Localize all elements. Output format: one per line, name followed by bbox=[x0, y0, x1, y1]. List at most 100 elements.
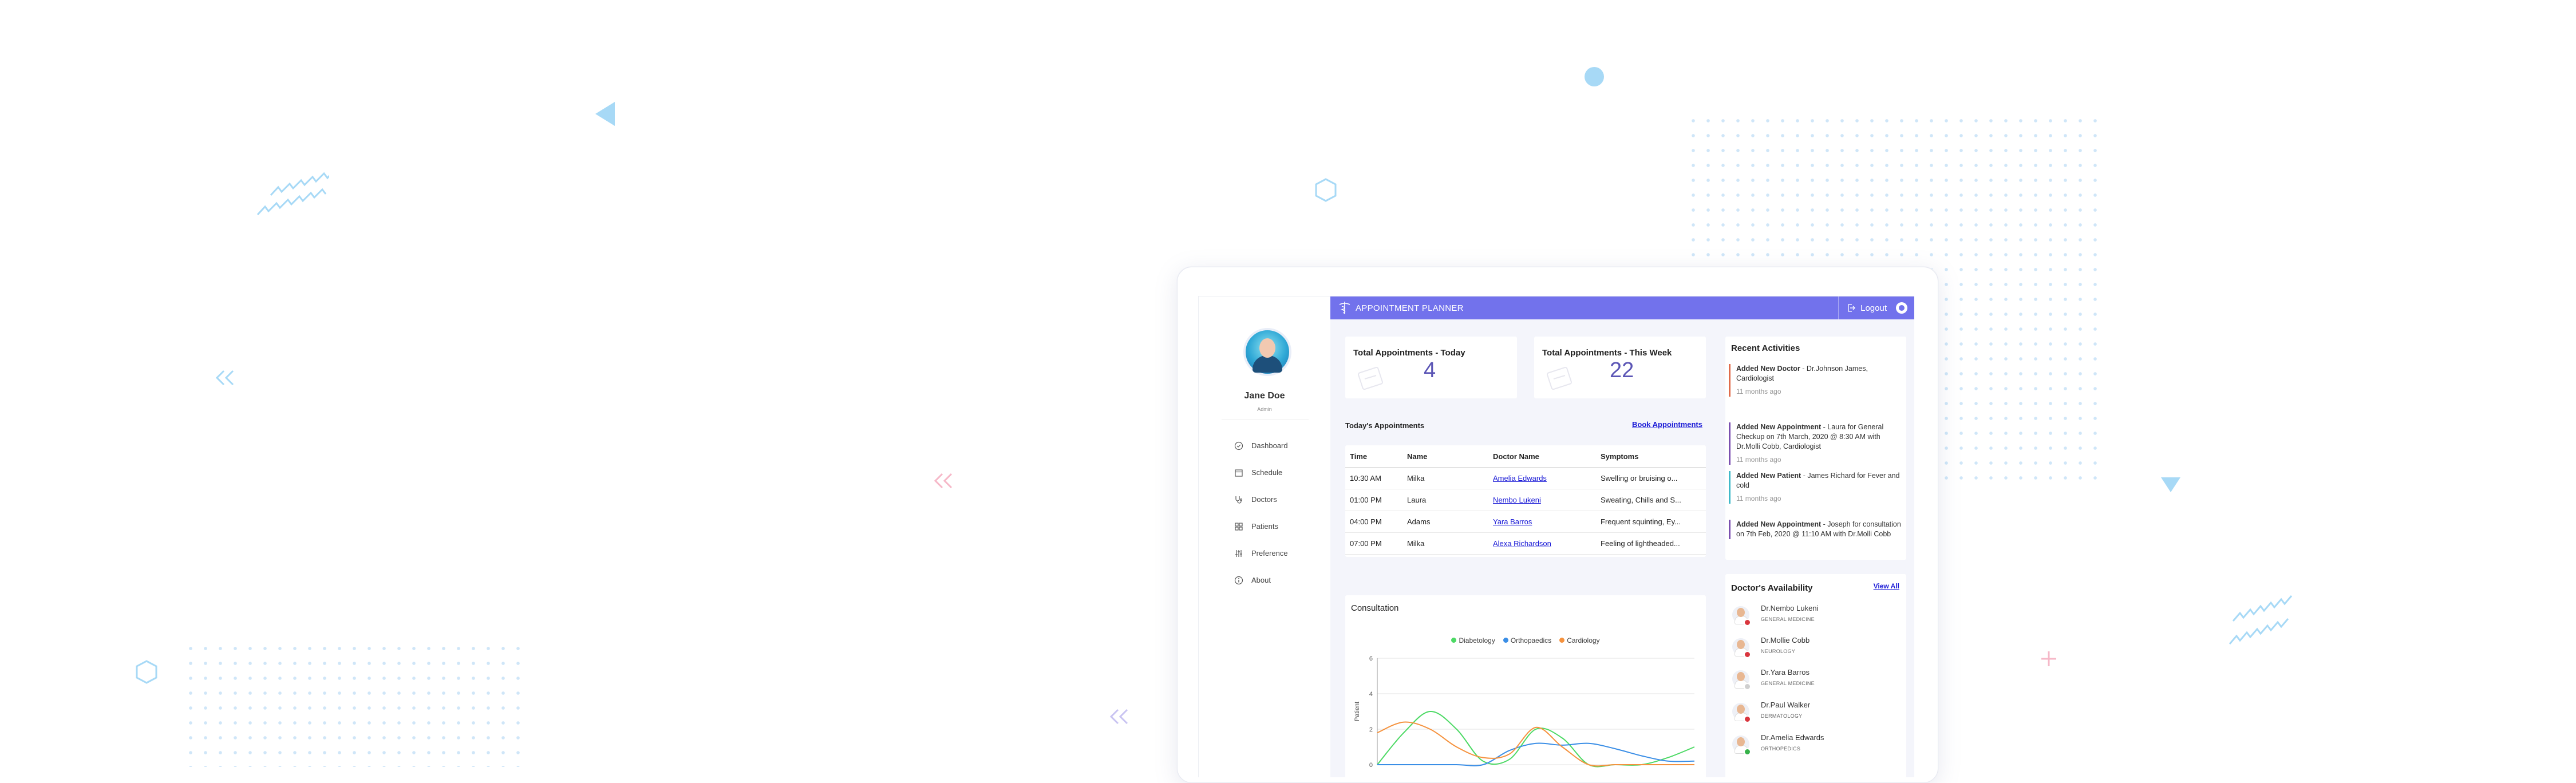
stat-card-today: Total Appointments - Today 4 bbox=[1345, 337, 1517, 398]
doctor-link[interactable]: Yara Barros bbox=[1493, 517, 1532, 526]
logout-label: Logout bbox=[1860, 303, 1887, 313]
doctor-link[interactable]: Nembo Lukeni bbox=[1493, 496, 1541, 504]
github-icon[interactable] bbox=[1896, 302, 1907, 314]
activity-heading: Added New Doctor bbox=[1736, 365, 1800, 373]
appointments-table-card: Time Name Doctor Name Symptoms 10:30 AM M… bbox=[1345, 445, 1706, 557]
info-icon bbox=[1234, 576, 1243, 584]
book-appointments-link[interactable]: Book Appointments bbox=[1632, 420, 1702, 429]
doctor-specialty: GENERAL MEDICINE bbox=[1761, 681, 1815, 686]
sidebar-nav: Dashboard Schedule Doctors Patients Pref… bbox=[1234, 432, 1288, 594]
y-tick-label: 0 bbox=[1369, 762, 1373, 769]
doctor-specialty: DERMATOLOGY bbox=[1761, 713, 1803, 719]
activity-heading: Added New Patient bbox=[1736, 472, 1801, 480]
sidebar-item-patients[interactable]: Patients bbox=[1234, 513, 1288, 540]
column-header: Doctor Name bbox=[1488, 445, 1596, 468]
appointments-section: Today's Appointments Book Appointments T… bbox=[1345, 417, 1706, 588]
consultation-chart-card: Consultation Diabetology Orthopaedics Ca… bbox=[1345, 595, 1706, 777]
name-cell: Laura bbox=[1402, 489, 1488, 511]
name-cell: Milka bbox=[1402, 467, 1488, 489]
sidebar-item-label: Schedule bbox=[1251, 468, 1283, 477]
symptoms-cell: Swelling or bruising o... bbox=[1596, 467, 1706, 489]
status-dot bbox=[1744, 619, 1751, 626]
main-content: APPOINTMENT PLANNER Logout Total Appoint… bbox=[1330, 296, 1914, 777]
logout-button[interactable]: Logout bbox=[1838, 296, 1887, 319]
view-all-link[interactable]: View All bbox=[1874, 582, 1899, 590]
doctor-specialty: ORTHOPEDICS bbox=[1761, 746, 1801, 752]
zigzag-decoration bbox=[256, 172, 329, 216]
dashboard-icon bbox=[1234, 441, 1243, 450]
doctor-specialty: GENERAL MEDICINE bbox=[1761, 616, 1815, 622]
symptoms-cell: Sweating, Chills and S... bbox=[1596, 489, 1706, 511]
sidebar: Jane Doe Admin Dashboard Schedule Doctor… bbox=[1199, 296, 1331, 777]
activity-item: Added New Patient - James Richard for Fe… bbox=[1729, 471, 1906, 504]
table-row: 01:00 PM Laura Nembo Lukeni Sweating, Chill… bbox=[1345, 489, 1706, 511]
app-title: APPOINTMENT PLANNER bbox=[1356, 303, 1464, 313]
appointments-title: Today's Appointments bbox=[1345, 421, 1425, 430]
dot-grid-decoration bbox=[183, 641, 521, 767]
name-cell: Adams bbox=[1402, 511, 1488, 533]
activity-time: 11 months ago bbox=[1736, 387, 1781, 396]
symptoms-cell: Feeling of lightheaded... bbox=[1596, 532, 1706, 555]
column-header: Time bbox=[1345, 445, 1402, 468]
sidebar-item-dashboard[interactable]: Dashboard bbox=[1234, 432, 1288, 459]
patients-icon bbox=[1235, 522, 1243, 531]
recent-activities-title: Recent Activities bbox=[1731, 343, 1800, 353]
table-row: 07:00 PM Milka Alexa Richardson Feeling of … bbox=[1345, 532, 1706, 555]
triangle-decoration bbox=[595, 102, 615, 126]
y-tick-label: 2 bbox=[1369, 726, 1373, 733]
y-axis-label: Patient bbox=[1354, 702, 1361, 721]
y-tick-label: 4 bbox=[1369, 691, 1373, 698]
time-cell: 10:30 AM bbox=[1345, 467, 1402, 489]
app-window: Jane Doe Admin Dashboard Schedule Doctor… bbox=[1198, 296, 1914, 777]
series-line-orthopaedics bbox=[1377, 742, 1695, 766]
zigzag-decoration bbox=[2229, 595, 2293, 644]
activity-item: Added New Appointment - Joseph for consu… bbox=[1729, 520, 1906, 539]
sidebar-item-preference[interactable]: Preference bbox=[1234, 540, 1288, 567]
doctor-name: Dr.Yara Barros bbox=[1761, 668, 1810, 677]
hexagon-decoration bbox=[1315, 178, 1337, 202]
sidebar-item-label: Preference bbox=[1251, 549, 1288, 557]
calendar-watermark-icon bbox=[1358, 366, 1383, 390]
activity-time: 11 months ago bbox=[1736, 495, 1781, 503]
calendar-watermark-icon bbox=[1547, 366, 1572, 390]
hexagon-decoration bbox=[136, 660, 157, 684]
stat-value: 22 bbox=[1610, 358, 1634, 382]
user-name: Jane Doe bbox=[1244, 391, 1285, 401]
app-brand[interactable]: APPOINTMENT PLANNER bbox=[1338, 296, 1464, 319]
stethoscope-icon bbox=[1235, 496, 1243, 504]
y-tick-label: 6 bbox=[1369, 655, 1373, 662]
availability-title: Doctor's Availability bbox=[1731, 583, 1813, 593]
doctor-name: Dr.Amelia Edwards bbox=[1761, 733, 1824, 742]
series-line-diabetology bbox=[1377, 710, 1695, 768]
sidebar-item-about[interactable]: About bbox=[1234, 567, 1288, 594]
circle-decoration bbox=[1585, 67, 1604, 86]
status-dot bbox=[1744, 651, 1751, 658]
appointments-table: Time Name Doctor Name Symptoms 10:30 AM M… bbox=[1345, 445, 1706, 555]
status-dot bbox=[1744, 683, 1751, 690]
time-cell: 01:00 PM bbox=[1345, 489, 1402, 511]
activity-heading: Added New Appointment bbox=[1736, 520, 1822, 528]
doctor-name: Dr.Paul Walker bbox=[1761, 701, 1811, 709]
chevrons-decoration bbox=[934, 473, 953, 489]
stat-value: 4 bbox=[1424, 358, 1436, 382]
activity-item: Added New Doctor - Dr.Johnson James, Car… bbox=[1729, 364, 1906, 397]
doctor-name: Dr.Nembo Lukeni bbox=[1761, 604, 1819, 612]
stat-title: Total Appointments - Today bbox=[1353, 348, 1465, 358]
status-dot bbox=[1744, 748, 1751, 756]
stat-title: Total Appointments - This Week bbox=[1542, 348, 1672, 358]
sidebar-item-label: Dashboard bbox=[1251, 441, 1288, 450]
column-header: Symptoms bbox=[1596, 445, 1706, 468]
activity-item: Added New Appointment - Laura for Genera… bbox=[1729, 422, 1906, 465]
time-cell: 07:00 PM bbox=[1345, 532, 1402, 555]
doctor-specialty: NEUROLOGY bbox=[1761, 648, 1796, 654]
symptoms-cell: Frequent squinting, Ey... bbox=[1596, 511, 1706, 533]
doctor-link[interactable]: Amelia Edwards bbox=[1493, 474, 1547, 483]
consultation-chart: 0 2 4 6 Patient bbox=[1354, 655, 1695, 769]
plus-decoration bbox=[2041, 651, 2056, 666]
doctor-availability-card: Doctor's Availability View All Dr.Nembo … bbox=[1725, 574, 1906, 777]
doctor-link[interactable]: Alexa Richardson bbox=[1493, 539, 1551, 548]
table-row: 10:30 AM Milka Amelia Edwards Swelling or b… bbox=[1345, 467, 1706, 489]
sidebar-item-schedule[interactable]: Schedule bbox=[1234, 459, 1288, 486]
calendar-icon bbox=[1235, 469, 1243, 477]
sidebar-item-doctors[interactable]: Doctors bbox=[1234, 486, 1288, 513]
